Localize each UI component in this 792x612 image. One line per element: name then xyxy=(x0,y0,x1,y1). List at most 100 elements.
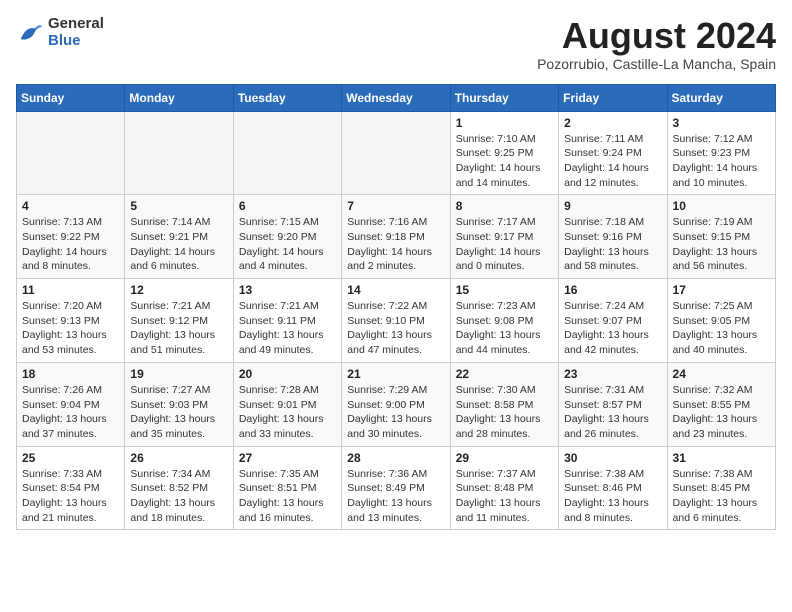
day-info: Sunrise: 7:32 AMSunset: 8:55 PMDaylight:… xyxy=(673,383,770,442)
day-number: 10 xyxy=(673,199,770,213)
day-info: Sunrise: 7:26 AMSunset: 9:04 PMDaylight:… xyxy=(22,383,119,442)
calendar-cell: 11 Sunrise: 7:20 AMSunset: 9:13 PMDayligh… xyxy=(17,279,125,363)
day-info: Sunrise: 7:14 AMSunset: 9:21 PMDaylight:… xyxy=(130,215,227,274)
day-info: Sunrise: 7:20 AMSunset: 9:13 PMDaylight:… xyxy=(22,299,119,358)
calendar-cell: 13Sunrise: 7:21 AMSunset: 9:11 PMDayligh… xyxy=(233,279,341,363)
calendar-header-saturday: Saturday xyxy=(667,84,775,111)
day-info: Sunrise: 7:28 AMSunset: 9:01 PMDaylight:… xyxy=(239,383,336,442)
day-number: 3 xyxy=(673,116,770,130)
day-number: 11 xyxy=(22,283,119,297)
day-info: Sunrise: 7:29 AMSunset: 9:00 PMDaylight:… xyxy=(347,383,444,442)
calendar-week-row: 4Sunrise: 7:13 AMSunset: 9:22 PMDaylight… xyxy=(17,195,776,279)
day-info: Sunrise: 7:24 AMSunset: 9:07 PMDaylight:… xyxy=(564,299,661,358)
day-info: Sunrise: 7:38 AMSunset: 8:46 PMDaylight:… xyxy=(564,467,661,526)
calendar-cell: 19 Sunrise: 7:27 AMSunset: 9:03 PMDayligh… xyxy=(125,362,233,446)
calendar-cell: 16 Sunrise: 7:24 AMSunset: 9:07 PMDayligh… xyxy=(559,279,667,363)
calendar-cell xyxy=(125,111,233,195)
calendar-cell: 24Sunrise: 7:32 AMSunset: 8:55 PMDayligh… xyxy=(667,362,775,446)
day-info: Sunrise: 7:30 AMSunset: 8:58 PMDaylight:… xyxy=(456,383,553,442)
calendar-week-row: 1Sunrise: 7:10 AMSunset: 9:25 PMDaylight… xyxy=(17,111,776,195)
day-info: Sunrise: 7:37 AMSunset: 8:48 PMDaylight:… xyxy=(456,467,553,526)
calendar-cell: 3 Sunrise: 7:12 AMSunset: 9:23 PMDaylight… xyxy=(667,111,775,195)
calendar-cell xyxy=(17,111,125,195)
location-subtitle: Pozorrubio, Castille-La Mancha, Spain xyxy=(537,56,776,72)
day-info: Sunrise: 7:35 AMSunset: 8:51 PMDaylight:… xyxy=(239,467,336,526)
calendar-cell: 2 Sunrise: 7:11 AMSunset: 9:24 PMDaylight… xyxy=(559,111,667,195)
day-number: 19 xyxy=(130,367,227,381)
calendar-cell: 20 Sunrise: 7:28 AMSunset: 9:01 PMDayligh… xyxy=(233,362,341,446)
day-number: 30 xyxy=(564,451,661,465)
calendar-cell: 31 Sunrise: 7:38 AMSunset: 8:45 PMDayligh… xyxy=(667,446,775,530)
calendar-table: SundayMondayTuesdayWednesdayThursdayFrid… xyxy=(16,84,776,531)
day-info: Sunrise: 7:38 AMSunset: 8:45 PMDaylight:… xyxy=(673,467,770,526)
day-number: 31 xyxy=(673,451,770,465)
calendar-cell: 7Sunrise: 7:16 AMSunset: 9:18 PMDaylight… xyxy=(342,195,450,279)
day-info: Sunrise: 7:21 AMSunset: 9:12 PMDaylight:… xyxy=(130,299,227,358)
day-info: Sunrise: 7:22 AMSunset: 9:10 PMDaylight:… xyxy=(347,299,444,358)
calendar-cell: 10 Sunrise: 7:19 AMSunset: 9:15 PMDayligh… xyxy=(667,195,775,279)
day-info: Sunrise: 7:34 AMSunset: 8:52 PMDaylight:… xyxy=(130,467,227,526)
calendar-cell: 1Sunrise: 7:10 AMSunset: 9:25 PMDaylight… xyxy=(450,111,558,195)
calendar-cell: 26Sunrise: 7:34 AMSunset: 8:52 PMDayligh… xyxy=(125,446,233,530)
day-info: Sunrise: 7:16 AMSunset: 9:18 PMDaylight:… xyxy=(347,215,444,274)
day-number: 16 xyxy=(564,283,661,297)
day-info: Sunrise: 7:17 AMSunset: 9:17 PMDaylight:… xyxy=(456,215,553,274)
day-number: 29 xyxy=(456,451,553,465)
day-number: 8 xyxy=(456,199,553,213)
calendar-cell: 14 Sunrise: 7:22 AMSunset: 9:10 PMDayligh… xyxy=(342,279,450,363)
calendar-cell: 5 Sunrise: 7:14 AMSunset: 9:21 PMDaylight… xyxy=(125,195,233,279)
day-info: Sunrise: 7:10 AMSunset: 9:25 PMDaylight:… xyxy=(456,132,553,191)
day-number: 6 xyxy=(239,199,336,213)
day-info: Sunrise: 7:21 AMSunset: 9:11 PMDaylight:… xyxy=(239,299,336,358)
calendar-cell: 12 Sunrise: 7:21 AMSunset: 9:12 PMDayligh… xyxy=(125,279,233,363)
calendar-week-row: 11 Sunrise: 7:20 AMSunset: 9:13 PMDayligh… xyxy=(17,279,776,363)
day-number: 17 xyxy=(673,283,770,297)
calendar-cell: 15Sunrise: 7:23 AMSunset: 9:08 PMDayligh… xyxy=(450,279,558,363)
calendar-header-row: SundayMondayTuesdayWednesdayThursdayFrid… xyxy=(17,84,776,111)
calendar-cell: 9Sunrise: 7:18 AMSunset: 9:16 PMDaylight… xyxy=(559,195,667,279)
logo-blue-text: Blue xyxy=(48,33,104,50)
day-number: 23 xyxy=(564,367,661,381)
day-info: Sunrise: 7:31 AMSunset: 8:57 PMDaylight:… xyxy=(564,383,661,442)
day-info: Sunrise: 7:13 AMSunset: 9:22 PMDaylight:… xyxy=(22,215,119,274)
calendar-cell xyxy=(233,111,341,195)
calendar-cell: 22 Sunrise: 7:30 AMSunset: 8:58 PMDayligh… xyxy=(450,362,558,446)
calendar-cell: 29 Sunrise: 7:37 AMSunset: 8:48 PMDayligh… xyxy=(450,446,558,530)
logo-bird-icon xyxy=(16,19,44,47)
calendar-cell: 30 Sunrise: 7:38 AMSunset: 8:46 PMDayligh… xyxy=(559,446,667,530)
day-info: Sunrise: 7:11 AMSunset: 9:24 PMDaylight:… xyxy=(564,132,661,191)
day-info: Sunrise: 7:23 AMSunset: 9:08 PMDaylight:… xyxy=(456,299,553,358)
calendar-cell: 25 Sunrise: 7:33 AMSunset: 8:54 PMDayligh… xyxy=(17,446,125,530)
day-number: 20 xyxy=(239,367,336,381)
page-header: General Blue August 2024 Pozorrubio, Cas… xyxy=(16,16,776,72)
day-number: 18 xyxy=(22,367,119,381)
calendar-cell: 21 Sunrise: 7:29 AMSunset: 9:00 PMDayligh… xyxy=(342,362,450,446)
calendar-header-monday: Monday xyxy=(125,84,233,111)
calendar-week-row: 25 Sunrise: 7:33 AMSunset: 8:54 PMDayligh… xyxy=(17,446,776,530)
calendar-cell: 8 Sunrise: 7:17 AMSunset: 9:17 PMDaylight… xyxy=(450,195,558,279)
day-info: Sunrise: 7:12 AMSunset: 9:23 PMDaylight:… xyxy=(673,132,770,191)
calendar-header-thursday: Thursday xyxy=(450,84,558,111)
day-number: 5 xyxy=(130,199,227,213)
day-number: 25 xyxy=(22,451,119,465)
logo-general-text: General xyxy=(48,16,104,33)
calendar-cell: 28Sunrise: 7:36 AMSunset: 8:49 PMDayligh… xyxy=(342,446,450,530)
title-block: August 2024 Pozorrubio, Castille-La Manc… xyxy=(537,16,776,72)
day-number: 12 xyxy=(130,283,227,297)
day-number: 22 xyxy=(456,367,553,381)
day-number: 2 xyxy=(564,116,661,130)
day-info: Sunrise: 7:33 AMSunset: 8:54 PMDaylight:… xyxy=(22,467,119,526)
day-info: Sunrise: 7:19 AMSunset: 9:15 PMDaylight:… xyxy=(673,215,770,274)
month-year-title: August 2024 xyxy=(537,16,776,56)
day-info: Sunrise: 7:15 AMSunset: 9:20 PMDaylight:… xyxy=(239,215,336,274)
day-info: Sunrise: 7:25 AMSunset: 9:05 PMDaylight:… xyxy=(673,299,770,358)
calendar-cell xyxy=(342,111,450,195)
day-number: 9 xyxy=(564,199,661,213)
calendar-header-tuesday: Tuesday xyxy=(233,84,341,111)
day-number: 27 xyxy=(239,451,336,465)
day-number: 14 xyxy=(347,283,444,297)
calendar-header-wednesday: Wednesday xyxy=(342,84,450,111)
day-info: Sunrise: 7:27 AMSunset: 9:03 PMDaylight:… xyxy=(130,383,227,442)
day-number: 21 xyxy=(347,367,444,381)
calendar-header-sunday: Sunday xyxy=(17,84,125,111)
